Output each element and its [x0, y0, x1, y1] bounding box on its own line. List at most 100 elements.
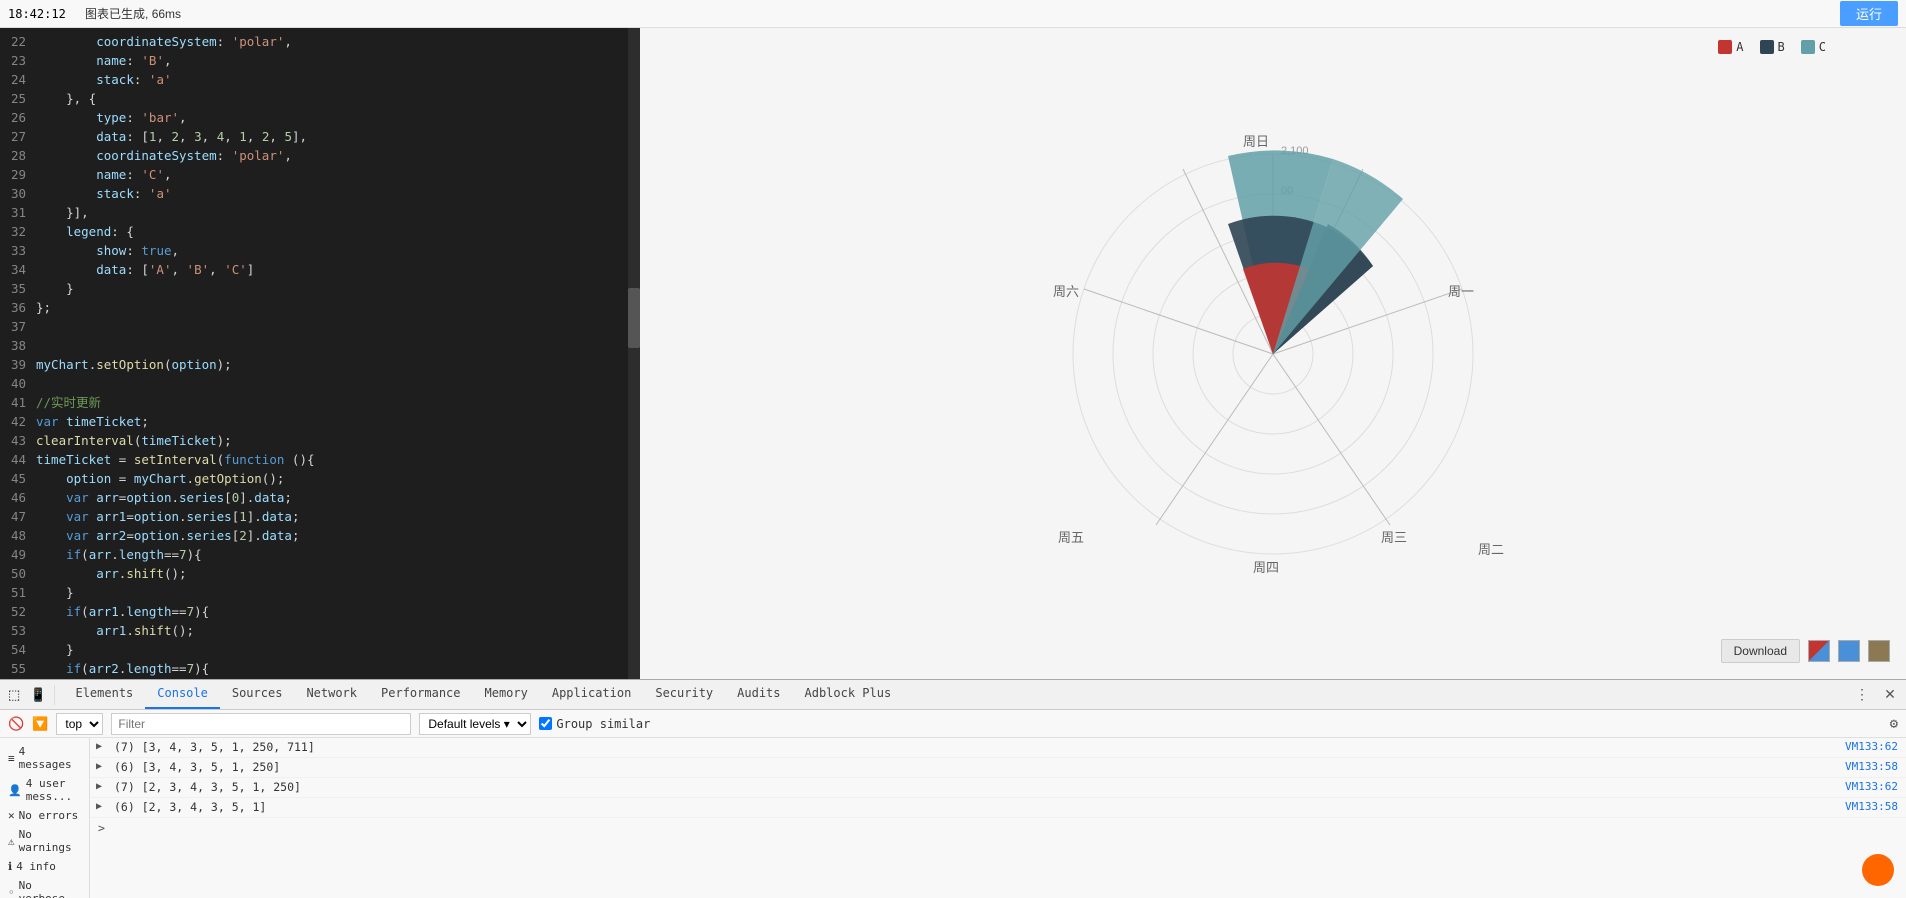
code-line: 41//实时更新 — [0, 393, 640, 412]
devtools-tab-security[interactable]: Security — [643, 679, 725, 709]
line-number: 33 — [0, 241, 36, 260]
download-button[interactable]: Download — [1721, 639, 1800, 663]
bottom-circle-button[interactable] — [1862, 854, 1894, 886]
line-number: 30 — [0, 184, 36, 203]
clear-console-button[interactable]: 🚫 — [8, 716, 24, 732]
group-similar-checkbox[interactable] — [539, 717, 552, 730]
devtools-right-icons: ⋮ ✕ — [1850, 683, 1902, 707]
devtools-tab-sources[interactable]: Sources — [220, 679, 295, 709]
line-content: }, { — [36, 89, 640, 108]
line-content: } — [36, 583, 640, 602]
code-line: 30 stack: 'a' — [0, 184, 640, 203]
console-text: (6) [3, 4, 3, 5, 1, 250] — [114, 760, 1845, 774]
expand-arrow[interactable]: ▶ — [96, 741, 102, 752]
line-number: 40 — [0, 374, 36, 393]
line-content: var timeTicket; — [36, 412, 640, 431]
line-content: if(arr1.length==7){ — [36, 602, 640, 621]
line-content: var arr1=option.series[1].data; — [36, 507, 640, 526]
line-number: 23 — [0, 51, 36, 70]
code-line: 34 data: ['A', 'B', 'C'] — [0, 260, 640, 279]
code-scrollbar-thumb[interactable] — [628, 288, 640, 348]
code-line: 35 } — [0, 279, 640, 298]
default-levels-select[interactable]: Default levels ▾ — [419, 713, 531, 735]
console-location[interactable]: VM133:62 — [1845, 740, 1906, 753]
line-content: }; — [36, 298, 640, 317]
console-text: (7) [2, 3, 4, 3, 5, 1, 250] — [114, 780, 1845, 794]
code-line: 52 if(arr1.length==7){ — [0, 602, 640, 621]
devtools-tab-audits[interactable]: Audits — [725, 679, 792, 709]
console-settings-icon[interactable]: ⚙ — [1890, 716, 1898, 732]
line-content: arr.shift(); — [36, 564, 640, 583]
line-number: 39 — [0, 355, 36, 374]
devtools-close-button[interactable]: ✕ — [1878, 683, 1902, 707]
console-entry: ▶ (6) [3, 4, 3, 5, 1, 250] VM133:58 — [90, 758, 1906, 778]
line-content: data: [1, 2, 3, 4, 1, 2, 5], — [36, 127, 640, 146]
devtools-tab-memory[interactable]: Memory — [473, 679, 540, 709]
console-filter-item[interactable]: ℹ4 info — [0, 857, 89, 876]
devtools-tab-adblock-plus[interactable]: Adblock Plus — [793, 679, 904, 709]
svg-text:周六: 周六 — [1053, 284, 1079, 299]
line-content — [36, 317, 640, 336]
console-filter-item[interactable]: ≡4 messages — [0, 742, 89, 774]
code-line: 45 option = myChart.getOption(); — [0, 469, 640, 488]
devtools-tab-network[interactable]: Network — [294, 679, 369, 709]
console-filter-button[interactable]: 🔽 — [32, 716, 48, 732]
filter-label: No verbose — [19, 879, 81, 898]
svg-text:周四: 周四 — [1253, 560, 1279, 575]
line-content: data: ['A', 'B', 'C'] — [36, 260, 640, 279]
filter-icon: ◦ — [8, 886, 15, 898]
line-number: 36 — [0, 298, 36, 317]
code-line: 33 show: true, — [0, 241, 640, 260]
run-button[interactable]: 运行 — [1840, 1, 1898, 26]
devtools-more-button[interactable]: ⋮ — [1850, 683, 1874, 707]
console-filter-item[interactable]: ⚠No warnings — [0, 825, 89, 857]
color-swatch-1[interactable] — [1808, 640, 1830, 662]
code-line: 47 var arr1=option.series[1].data; — [0, 507, 640, 526]
color-swatch-2[interactable] — [1838, 640, 1860, 662]
line-content: stack: 'a' — [36, 184, 640, 203]
code-line: 29 name: 'C', — [0, 165, 640, 184]
line-content: timeTicket = setInterval(function (){ — [36, 450, 640, 469]
legend-color-a — [1718, 40, 1732, 54]
device-toolbar-button[interactable]: 📱 — [26, 685, 50, 705]
context-select[interactable]: top — [56, 713, 103, 735]
devtools-tab-application[interactable]: Application — [540, 679, 643, 709]
filter-input[interactable] — [111, 713, 411, 735]
console-text: (7) [3, 4, 3, 5, 1, 250, 711] — [114, 740, 1845, 754]
line-number: 37 — [0, 317, 36, 336]
code-line: 51 } — [0, 583, 640, 602]
code-scrollbar[interactable] — [628, 28, 640, 679]
console-filter-item[interactable]: 👤4 user mess... — [0, 774, 89, 806]
color-swatch-3[interactable] — [1868, 640, 1890, 662]
svg-text:周日: 周日 — [1243, 134, 1269, 149]
devtools-left-icons: ⬚ 📱 — [0, 685, 55, 705]
top-bar: 18:42:12 图表已生成, 66ms 运行 — [0, 0, 1906, 28]
line-number: 53 — [0, 621, 36, 640]
line-number: 41 — [0, 393, 36, 412]
expand-arrow[interactable]: ▶ — [96, 801, 102, 812]
line-content: } — [36, 279, 640, 298]
console-location[interactable]: VM133:62 — [1845, 780, 1906, 793]
line-content: name: 'C', — [36, 165, 640, 184]
code-editor: 22 coordinateSystem: 'polar',23 name: 'B… — [0, 28, 640, 679]
expand-arrow[interactable]: ▶ — [96, 761, 102, 772]
line-number: 46 — [0, 488, 36, 507]
status-text: 图表已生成, 66ms — [85, 5, 181, 22]
group-similar-text: Group similar — [556, 717, 650, 731]
devtools-tab-performance[interactable]: Performance — [369, 679, 472, 709]
devtools-tab-console[interactable]: Console — [145, 679, 220, 709]
line-number: 51 — [0, 583, 36, 602]
console-location[interactable]: VM133:58 — [1845, 800, 1906, 813]
console-filter-item[interactable]: ✕No errors — [0, 806, 89, 825]
devtools-tab-elements[interactable]: Elements — [63, 679, 145, 709]
line-number: 52 — [0, 602, 36, 621]
console-filter-item[interactable]: ◦ No verbose — [0, 876, 89, 898]
line-content: myChart.setOption(option); — [36, 355, 640, 374]
console-location[interactable]: VM133:58 — [1845, 760, 1906, 773]
line-number: 32 — [0, 222, 36, 241]
code-line: 53 arr1.shift(); — [0, 621, 640, 640]
code-line: 27 data: [1, 2, 3, 4, 1, 2, 5], — [0, 127, 640, 146]
inspect-element-button[interactable]: ⬚ — [4, 685, 24, 705]
code-line: 31 }], — [0, 203, 640, 222]
expand-arrow[interactable]: ▶ — [96, 781, 102, 792]
